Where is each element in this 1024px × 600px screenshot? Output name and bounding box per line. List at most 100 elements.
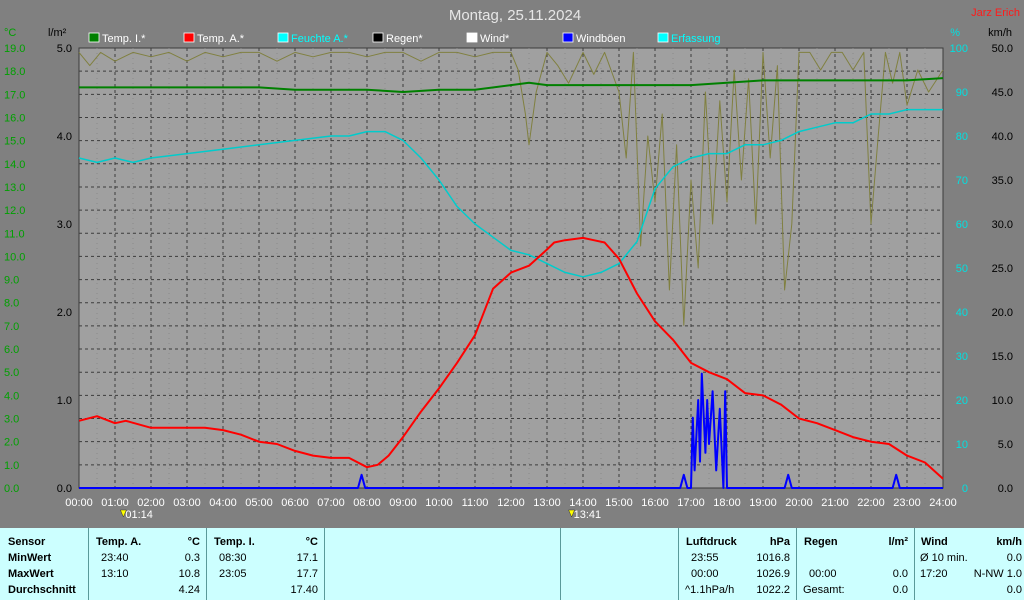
pressure-min-time: 23:55 [691, 552, 719, 564]
temp-i-avg-value: 17.40 [290, 584, 318, 596]
rain-axis-tick: 0.0 [57, 483, 72, 495]
rain-axis-tick: 3.0 [57, 219, 72, 231]
humidity-axis-tick: 30 [956, 351, 968, 363]
rain-axis-tick: 4.0 [57, 131, 72, 143]
rain-axis-tick: 1.0 [57, 395, 72, 407]
x-axis-tick: 23:00 [893, 497, 921, 509]
x-axis-tick: 00:00 [65, 497, 93, 509]
temp-i-max-value: 17.7 [296, 568, 318, 580]
empty-column [324, 528, 560, 600]
pressure-min-value: 1016.8 [756, 552, 790, 564]
humidity-axis-tick: 20 [956, 395, 968, 407]
temp-a-min-value: 0.3 [184, 552, 200, 564]
author-label: Jarz Erich [971, 7, 1020, 19]
x-axis-tick: 02:00 [137, 497, 165, 509]
wind-axis-tick: 35.0 [992, 175, 1013, 187]
pressure-avg-value: 1022.2 [756, 584, 790, 596]
temp-i-min-value: 17.1 [296, 552, 318, 564]
row-label-avg: Durchschnitt [8, 584, 76, 596]
empty-column [560, 528, 678, 600]
wind-avg-value: 0.0 [1006, 552, 1022, 564]
temp-axis-tick: 1.0 [4, 460, 19, 472]
temp-i-min-time: 08:30 [219, 552, 247, 564]
pressure-unit: hPa [769, 536, 790, 548]
pressure-max-value: 1026.9 [756, 568, 790, 580]
weather-chart: 0.0 1.0 2.0 3.0 4.0 5.0 6.0 7.0 8.0 9.0 10.0 11.0 12… [4, 7, 1020, 521]
temp-axis-tick: 7.0 [4, 321, 19, 333]
humidity-axis-tick: 40 [956, 307, 968, 319]
x-axis-tick: 07:00 [317, 497, 345, 509]
rain-axis-unit: l/m² [48, 27, 67, 39]
temp-axis-tick: 4.0 [4, 390, 19, 402]
rain-total-value: 0.0 [892, 584, 908, 596]
rain-max-value: 0.0 [892, 568, 908, 580]
stats-panel: Sensor MinWert MaxWert Durchschnitt Temp… [0, 528, 1024, 600]
legend-swatch [183, 32, 195, 43]
x-axis-tick: 05:00 [245, 497, 273, 509]
temp-i-max-time: 23:05 [219, 568, 247, 580]
pressure-max-time: 00:00 [691, 568, 719, 580]
x-axis-tick: 01:00 [101, 497, 129, 509]
rain-header: Regen [804, 536, 838, 548]
temp-axis-tick: 5.0 [4, 367, 19, 379]
wind-axis-tick: 30.0 [992, 219, 1013, 231]
wind-axis-tick: 20.0 [992, 307, 1013, 319]
temp-a-max-time: 13:10 [101, 568, 129, 580]
temp-axis-tick: 6.0 [4, 344, 19, 356]
x-axis-tick: 10:00 [425, 497, 453, 509]
temp-a-avg-value: 4.24 [178, 584, 200, 596]
legend-item-label: Wind* [480, 33, 510, 45]
legend-item-label: Windböen [576, 33, 626, 45]
temp-axis-tick: 8.0 [4, 298, 19, 310]
humidity-axis-tick: 60 [956, 219, 968, 231]
temp-a-max-value: 10.8 [178, 568, 200, 580]
x-axis-tick: 03:00 [173, 497, 201, 509]
x-axis-tick: 08:00 [353, 497, 381, 509]
temp-axis-tick: 3.0 [4, 414, 19, 426]
temp-a-unit: °C [187, 536, 200, 548]
wind-header: Wind [921, 536, 948, 548]
temp-i-header: Temp. I. [214, 536, 255, 548]
temp-a-header: Temp. A. [96, 536, 142, 548]
legend-item-label: Temp. A.* [197, 33, 245, 45]
temp-axis-tick: 17.0 [4, 89, 25, 101]
row-label-min: MinWert [8, 552, 52, 564]
x-axis-tick: 09:00 [389, 497, 417, 509]
wind-axis-tick: 25.0 [992, 263, 1013, 275]
x-axis-tick: 16:00 [641, 497, 669, 509]
wind-max-value: N-NW 1.0 [973, 568, 1022, 580]
legend-swatch [372, 32, 384, 43]
temp-axis-tick: 18.0 [4, 66, 25, 78]
x-axis-tick: 17:00 [677, 497, 705, 509]
humidity-axis-tick: 90 [956, 87, 968, 99]
x-axis-tick: 06:00 [281, 497, 309, 509]
x-axis-tick: 15:00 [605, 497, 633, 509]
humidity-axis-unit: % [950, 27, 960, 39]
wind-column: Wind km/h Ø 10 min. 0.0 17:20 N-NW 1.0 0… [914, 528, 1024, 600]
sensor-column: Sensor MinWert MaxWert Durchschnitt [0, 528, 88, 600]
pressure-trend: ^1.1hPa/h [685, 584, 735, 596]
temp-axis-tick: 2.0 [4, 437, 19, 449]
x-axis-tick: 12:00 [497, 497, 525, 509]
legend-swatch [562, 32, 574, 43]
wind-axis-tick: 45.0 [992, 87, 1013, 99]
x-axis-tick: 11:00 [462, 497, 489, 509]
x-axis-tick: 22:00 [857, 497, 885, 509]
pressure-column: Luftdruck hPa 23:55 1016.8 00:00 1026.9 … [678, 528, 796, 600]
legend-swatch [277, 32, 289, 43]
temp-i-column: Temp. I. °C 08:30 17.1 23:05 17.7 17.40 [206, 528, 324, 600]
rain-axis-tick: 2.0 [57, 307, 72, 319]
event-marker-label: 01:14 [125, 509, 153, 521]
humidity-axis-tick: 10 [956, 439, 968, 451]
temp-axis-tick: 12.0 [4, 205, 25, 217]
rain-total-label: Gesamt: [803, 584, 845, 596]
temp-axis-tick: 11.0 [4, 228, 25, 240]
rain-max-time: 00:00 [809, 568, 837, 580]
temp-axis-tick: 19.0 [4, 43, 25, 55]
rain-axis-tick: 5.0 [57, 43, 72, 55]
legend-swatch [466, 32, 478, 43]
humidity-axis-tick: 50 [956, 263, 968, 275]
legend-item-label: Erfassung [671, 33, 721, 45]
chart-title: Montag, 25.11.2024 [449, 7, 581, 24]
wind-avg-label: Ø 10 min. [920, 552, 968, 564]
